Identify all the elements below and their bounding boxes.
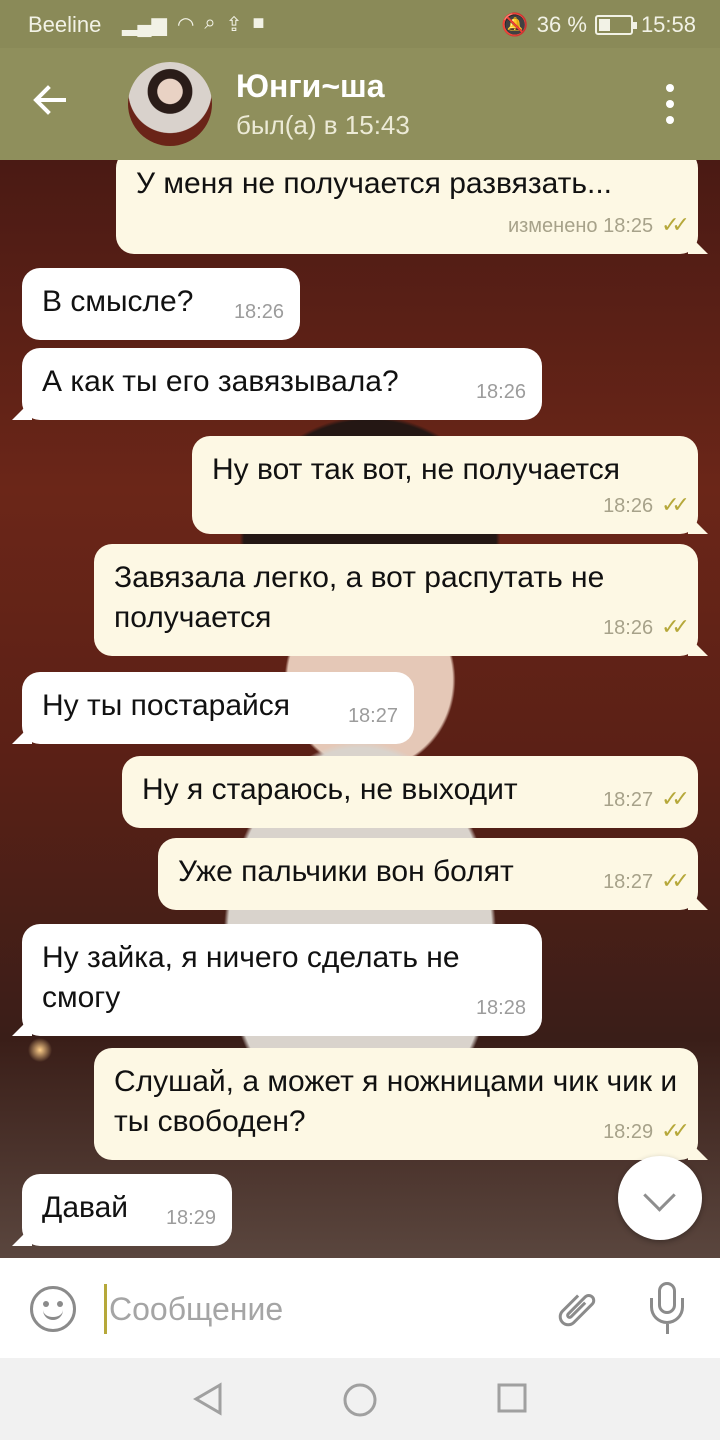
message-time: 18:29 [165,1207,216,1229]
search-icon: ⌕ [204,12,216,34]
status-icons: ▂▄▆ ◠ ⌕ ⇪ ■ [122,12,264,37]
double-check-icon: ✓✓ [661,492,690,517]
message-time: 18:26 [603,617,654,639]
last-seen-status: был(а) в 15:43 [236,110,410,140]
message-time: 18:28 [475,997,526,1019]
message-meta: 18:26 ✓✓ [603,607,690,648]
wifi-icon: ◠ [176,14,195,36]
message-bubble[interactable]: Ну вот так вот, не получается 18:26 ✓✓ [192,436,708,534]
message-time: 18:26 [603,495,654,517]
message-meta: 18:27 ✓✓ [603,779,690,820]
message-bubble[interactable]: Давай 18:29 [12,1174,232,1246]
message-time: изменено 18:25 [507,215,654,237]
chat-area[interactable]: У меня не получается развязать... измене… [0,160,720,1258]
message-bubble[interactable]: В смысле? 18:26 [22,268,300,340]
avatar[interactable] [128,62,212,146]
message-bubble[interactable]: А как ты его завязывала? 18:26 [12,348,542,420]
carrier-label: Beeline [28,12,102,37]
status-right: 🔕 36 % 15:58 [501,12,696,38]
message-text: Слушай, а может я ножницами чик чик и ты… [114,1065,678,1138]
message-bubble[interactable]: Ну зайка, я ничего сделать не смогу 18:2… [12,924,542,1036]
message-bubble[interactable]: У меня не получается развязать... измене… [116,160,708,254]
contact-name[interactable]: Юнги~ша [236,68,384,105]
upload-icon: ⇪ [225,14,243,36]
battery-percent: 36 % [536,12,587,37]
double-check-icon: ✓✓ [661,786,690,811]
message-time: 18:26 [233,301,284,323]
status-bar: Beeline ▂▄▆ ◠ ⌕ ⇪ ■ 🔕 36 % 15:58 [0,0,720,48]
message-bubble[interactable]: Ну ты постарайся 18:27 [12,672,414,744]
message-text: Ну я стараюсь, не выходит [142,773,518,806]
signal-icon: ▂▄▆ [122,14,167,36]
message-bubble[interactable]: Ну я стараюсь, не выходит 18:27 ✓✓ [122,756,698,828]
message-time: 18:27 [603,871,654,893]
message-time: 18:29 [603,1121,654,1143]
double-check-icon: ✓✓ [661,868,690,893]
message-input[interactable] [104,1284,524,1334]
battery-icon [594,15,637,35]
message-text: У меня не получается развязать... [136,167,612,200]
message-composer [0,1258,720,1358]
message-text: А как ты его завязывала? [42,365,399,398]
double-check-icon: ✓✓ [661,212,690,237]
nav-recents-icon[interactable] [496,1382,528,1414]
message-text: Ну ты постарайся [42,689,291,722]
message-meta: 18:27 ✓✓ [603,861,690,902]
message-meta: 18:29 ✓✓ [603,1111,690,1152]
message-text: Ну зайка, я ничего сделать не смогу [42,941,460,1014]
paperclip-icon[interactable] [544,1277,608,1341]
message-time: 18:26 [475,381,526,403]
message-bubble[interactable]: Уже пальчики вон болят 18:27 ✓✓ [158,838,708,910]
microphone-icon[interactable] [648,1282,688,1338]
battery-fill [598,19,610,31]
message-meta: 18:26 ✓✓ [603,485,690,526]
video-icon: ■ [252,12,265,34]
message-bubble[interactable]: Завязала легко, а вот распутать не получ… [94,544,708,656]
message-meta: 18:27 [348,696,398,736]
message-meta: 18:26 [234,292,284,332]
back-arrow-icon[interactable] [30,80,80,130]
message-bubble[interactable]: Слушай, а может я ножницами чик чик и ты… [94,1048,708,1160]
more-vert-icon[interactable] [660,84,680,124]
message-text: Завязала легко, а вот распутать не получ… [114,561,605,634]
mute-icon: 🔕 [501,12,529,37]
message-time: 18:27 [347,705,398,727]
double-check-icon: ✓✓ [661,614,690,639]
message-meta: 18:29 [166,1198,216,1238]
system-navigation-bar [0,1358,720,1440]
emoji-icon[interactable] [30,1286,76,1332]
message-meta: 18:28 [476,988,526,1028]
clock: 15:58 [640,12,696,37]
message-meta: изменено 18:25 ✓✓ [507,205,690,246]
message-text: Ну вот так вот, не получается [212,453,620,486]
chat-header: Юнги~ша был(а) в 15:43 [0,48,720,160]
message-meta: 18:26 [476,372,526,412]
double-check-icon: ✓✓ [661,1118,690,1143]
nav-home-icon[interactable] [342,1382,378,1418]
scroll-down-button[interactable] [618,1156,702,1240]
message-time: 18:27 [603,789,654,811]
